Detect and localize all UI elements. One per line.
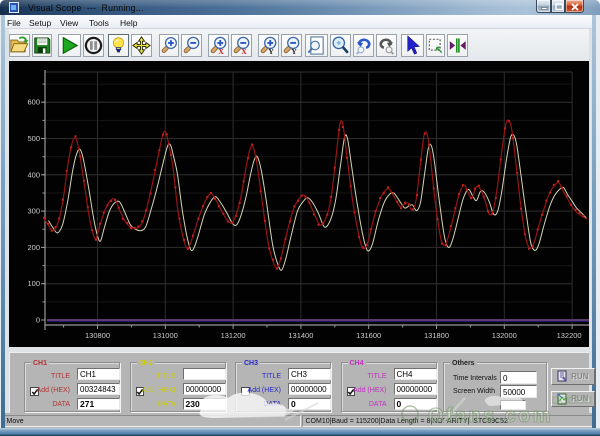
svg-text:300: 300 [27, 207, 40, 216]
svg-text:131400: 131400 [288, 331, 313, 340]
svg-text:600: 600 [27, 98, 40, 107]
svg-text:Y: Y [268, 47, 274, 56]
svg-text:131600: 131600 [356, 331, 381, 340]
svg-text:X: X [218, 47, 224, 56]
svg-text:131200: 131200 [221, 331, 246, 340]
svg-text:400: 400 [27, 170, 40, 179]
svg-text:500: 500 [27, 134, 40, 143]
svg-text:0: 0 [36, 316, 40, 325]
svg-text:X: X [241, 47, 247, 56]
svg-text:130800: 130800 [85, 331, 110, 340]
svg-text:131000: 131000 [153, 331, 178, 340]
svg-text:200: 200 [27, 243, 40, 252]
svg-text:132000: 132000 [492, 331, 517, 340]
svg-text:132200: 132200 [557, 331, 582, 340]
svg-text:Y: Y [291, 47, 297, 56]
svg-text:100: 100 [27, 279, 40, 288]
svg-text:131800: 131800 [424, 331, 449, 340]
